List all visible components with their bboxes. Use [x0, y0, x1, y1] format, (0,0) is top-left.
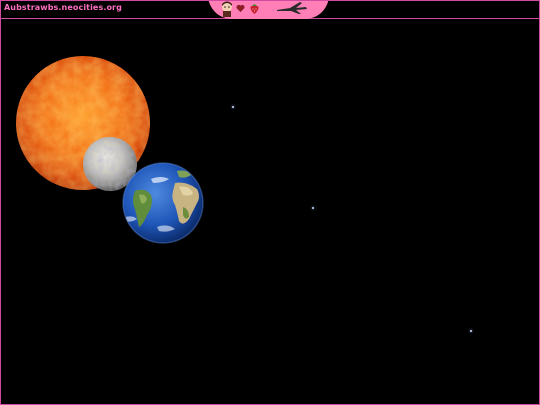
character-sprite-icon [222, 1, 232, 17]
strawberry-icon [250, 4, 259, 15]
site-url-link[interactable]: Aubstrawbs.neocities.org [4, 3, 122, 12]
top-bar: Aubstrawbs.neocities.org [1, 1, 539, 19]
heart-sticker-icon [236, 4, 245, 13]
star [470, 330, 472, 332]
header-banner [208, 1, 329, 19]
star [312, 207, 314, 209]
earth-image [122, 162, 204, 244]
star [232, 106, 234, 108]
airplane-icon [277, 2, 307, 14]
space-scene [1, 19, 539, 404]
page-frame: Aubstrawbs.neocities.org [0, 0, 540, 405]
